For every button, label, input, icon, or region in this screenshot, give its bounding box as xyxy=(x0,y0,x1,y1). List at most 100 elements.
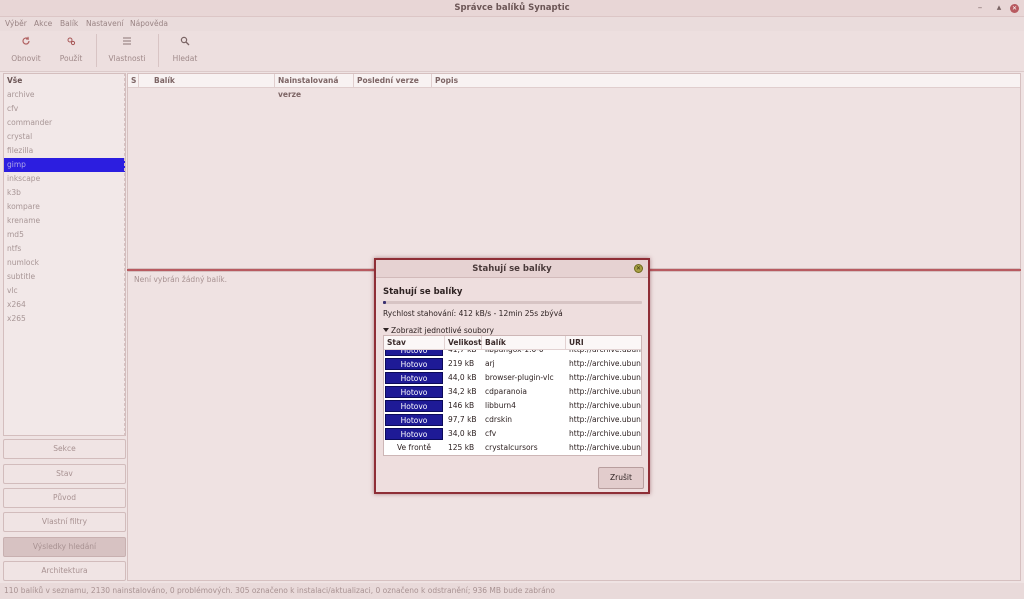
file-package: cfv xyxy=(485,429,497,438)
file-status-badge: Hotovo xyxy=(385,400,443,412)
category-item[interactable]: ntfs xyxy=(4,242,125,256)
file-status-badge: Hotovo xyxy=(385,414,443,426)
category-item[interactable]: md5 xyxy=(4,228,125,242)
cancel-button[interactable]: Zrušit xyxy=(598,467,644,489)
file-size: 219 kB xyxy=(448,359,475,368)
file-list: Stav Velikost Balík URI Hotovo41,7 kBlib… xyxy=(383,335,642,456)
title-bar: Správce balíků Synaptic – ▴ ✕ xyxy=(0,0,1024,17)
download-dialog: Stahují se balíky ✕ Stahují se balíky Ry… xyxy=(374,258,650,494)
refresh-button[interactable]: Obnovit xyxy=(10,36,42,63)
menu-actions[interactable]: Akce xyxy=(34,19,52,28)
file-package: crystalcursors xyxy=(485,443,538,452)
category-item[interactable]: numlock xyxy=(4,256,125,270)
file-size: 34,0 kB xyxy=(448,429,477,438)
custom-filters-button[interactable]: Vlastní filtry xyxy=(3,512,126,532)
file-uri: http://archive.ubuntu.com xyxy=(569,415,641,424)
maximize-icon[interactable]: ▴ xyxy=(994,3,1004,13)
category-item[interactable]: crystal xyxy=(4,130,125,144)
column-package[interactable]: Balík xyxy=(151,74,275,88)
category-item[interactable]: Vše xyxy=(4,74,125,88)
file-size: 125 kB xyxy=(448,443,475,452)
category-item[interactable]: k3b xyxy=(4,186,125,200)
package-table-header: S Balík Nainstalovaná verze Poslední ver… xyxy=(128,74,1020,99)
category-item[interactable]: archive xyxy=(4,88,125,102)
file-row[interactable]: Hotovo 44,0 kB browser-plugin-vlc http://ar… xyxy=(384,371,641,385)
refresh-icon xyxy=(10,36,42,50)
toolbar-separator xyxy=(158,34,159,67)
origin-filter-button[interactable]: Původ xyxy=(3,488,126,508)
file-status-badge: Hotovo xyxy=(385,372,443,384)
menu-select[interactable]: Výběr xyxy=(5,19,27,28)
expander-arrow-icon xyxy=(383,328,389,332)
category-item[interactable]: cfv xyxy=(4,102,125,116)
file-column-size[interactable]: Velikost xyxy=(445,336,482,350)
file-size: 97,7 kB xyxy=(448,415,477,424)
file-uri: http://archive.ubuntu.com xyxy=(569,429,641,438)
file-uri: http://archive.ubuntu.com xyxy=(569,401,641,410)
file-size: 146 kB xyxy=(448,401,475,410)
file-package: browser-plugin-vlc xyxy=(485,373,554,382)
dialog-heading: Stahují se balíky xyxy=(383,287,463,297)
column-description[interactable]: Popis xyxy=(432,74,1020,88)
file-column-status[interactable]: Stav xyxy=(384,336,445,350)
search-icon xyxy=(170,36,200,50)
menu-help[interactable]: Nápověda xyxy=(130,19,168,28)
status-text: 110 balíků v seznamu, 2130 nainstalováno… xyxy=(4,586,556,595)
apply-button[interactable]: Použít xyxy=(56,36,86,63)
file-package: libburn4 xyxy=(485,401,516,410)
file-rows: Hotovo41,7 kBlibpangox-1.0-0http://archi… xyxy=(384,343,641,455)
progress-fill xyxy=(383,301,386,304)
search-results-button[interactable]: Výsledky hledání xyxy=(3,537,126,557)
menu-settings[interactable]: Nastavení xyxy=(86,19,124,28)
file-uri: http://archive.ubuntu.com xyxy=(569,387,641,396)
column-status[interactable]: S xyxy=(128,74,139,88)
file-row[interactable]: Hotovo 146 kB libburn4 http://archive.ubunt… xyxy=(384,399,641,413)
column-installed-version[interactable]: Nainstalovaná verze xyxy=(275,74,354,99)
file-uri: http://archive.ubuntu.com xyxy=(569,443,641,452)
file-status-badge: Ve frontě xyxy=(396,443,431,452)
dialog-close-icon[interactable]: ✕ xyxy=(634,264,643,273)
architecture-filter-button[interactable]: Architektura xyxy=(3,561,126,581)
dialog-title: Stahují se balíky ✕ xyxy=(376,260,648,278)
file-row[interactable]: Hotovo 97,7 kB cdrskin http://archive.ubunt… xyxy=(384,413,641,427)
file-column-package[interactable]: Balík xyxy=(482,336,566,350)
category-item[interactable]: inkscape xyxy=(4,172,125,186)
download-progress-bar xyxy=(383,301,642,304)
category-item[interactable]: x265 xyxy=(4,312,125,326)
toolbar-separator xyxy=(96,34,97,67)
properties-button[interactable]: Vlastnosti xyxy=(108,36,146,63)
toolbar: Obnovit Použít Vlastnosti Hledat xyxy=(0,31,1024,72)
status-bar: 110 balíků v seznamu, 2130 nainstalováno… xyxy=(0,583,1024,599)
file-row[interactable]: Hotovo 34,0 kB cfv http://archive.ubuntu.co… xyxy=(384,427,641,441)
minimize-icon[interactable]: – xyxy=(975,3,985,13)
file-uri: http://archive.ubuntu.com xyxy=(569,359,641,368)
menu-bar: Výběr Akce Balík Nastavení Nápověda xyxy=(0,17,1024,31)
package-table: S Balík Nainstalovaná verze Poslední ver… xyxy=(127,73,1021,269)
file-row[interactable]: Ve frontě 125 kB crystalcursors http://arch… xyxy=(384,441,641,455)
no-package-message: Není vybrán žádný balík. xyxy=(134,275,228,284)
category-item[interactable]: subtitle xyxy=(4,270,125,284)
category-list: Vše archive cfv commander crystal filezi… xyxy=(3,73,126,436)
category-item[interactable]: krename xyxy=(4,214,125,228)
category-item[interactable]: commander xyxy=(4,116,125,130)
category-item[interactable]: vlc xyxy=(4,284,125,298)
search-button[interactable]: Hledat xyxy=(170,36,200,63)
file-size: 34,2 kB xyxy=(448,387,477,396)
category-item[interactable]: kompare xyxy=(4,200,125,214)
list-icon xyxy=(108,36,146,50)
column-latest-version[interactable]: Poslední verze xyxy=(354,74,432,88)
sections-filter-button[interactable]: Sekce xyxy=(3,439,126,459)
close-icon[interactable]: ✕ xyxy=(1010,4,1019,13)
pane-splitter[interactable] xyxy=(124,73,126,436)
file-size: 44,0 kB xyxy=(448,373,477,382)
category-item[interactable]: filezilla xyxy=(4,144,125,158)
file-column-uri[interactable]: URI xyxy=(566,336,641,350)
category-item[interactable]: x264 xyxy=(4,298,125,312)
status-filter-button[interactable]: Stav xyxy=(3,464,126,484)
category-item-selected[interactable]: gimp xyxy=(4,158,125,172)
file-package: arj xyxy=(485,359,495,368)
menu-package[interactable]: Balík xyxy=(60,19,78,28)
file-row[interactable]: Hotovo 219 kB arj http://archive.ubuntu.com xyxy=(384,357,641,371)
file-row[interactable]: Hotovo 34,2 kB cdparanoia http://archive.ub… xyxy=(384,385,641,399)
show-files-expander[interactable]: Zobrazit jednotlivé soubory xyxy=(383,326,494,335)
